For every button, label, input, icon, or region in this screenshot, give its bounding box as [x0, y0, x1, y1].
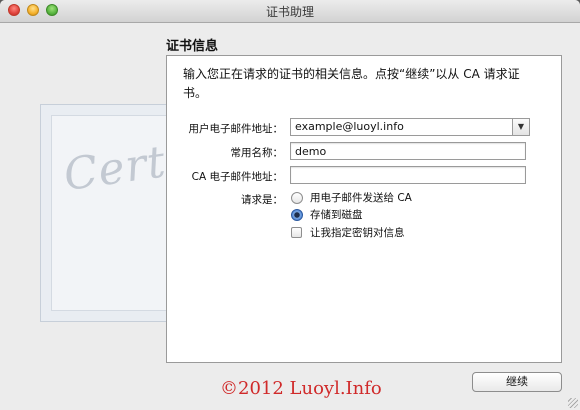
option-save-to-disk-label: 存储到磁盘: [310, 209, 363, 221]
continue-button[interactable]: 继续: [472, 372, 562, 392]
resize-grip-icon[interactable]: [568, 398, 578, 408]
certificate-info-panel: 输入您正在请求的证书的相关信息。点按“继续”以从 CA 请求证书。 用户电子邮件…: [166, 55, 562, 363]
radio-save-to-disk[interactable]: [291, 209, 303, 221]
user-email-value: example@luoyl.info: [295, 120, 404, 133]
window-title: 证书助理: [265, 5, 314, 19]
ca-email-label: CA 电子邮件地址：: [191, 171, 283, 183]
common-name-label: 常用名称：: [230, 147, 284, 159]
request-is-label: 请求是：: [241, 194, 283, 206]
panel-description: 输入您正在请求的证书的相关信息。点按“继续”以从 CA 请求证书。: [183, 67, 520, 100]
checkbox-specify-key-pair[interactable]: [291, 227, 302, 238]
section-title: 证书信息: [166, 39, 219, 54]
user-email-label: 用户电子邮件地址：: [188, 123, 284, 135]
ca-email-field[interactable]: [290, 166, 526, 184]
certificate-assistant-window: 证书助理 Certificate 证书信息 输入您正在请求的证书的相关信息。点按…: [0, 0, 580, 410]
title-bar: 证书助理: [0, 0, 580, 23]
option-specify-key-pair-label: 让我指定密钥对信息: [310, 227, 405, 239]
user-email-combobox[interactable]: example@luoyl.info ▼: [290, 118, 530, 136]
common-name-field[interactable]: [290, 142, 526, 160]
radio-email-to-ca[interactable]: [291, 192, 303, 204]
option-email-to-ca-label: 用电子邮件发送给 CA: [310, 192, 412, 204]
copyright-watermark: ©2012 Luoyl.Info: [220, 378, 382, 399]
chevron-down-icon[interactable]: ▼: [512, 119, 529, 135]
